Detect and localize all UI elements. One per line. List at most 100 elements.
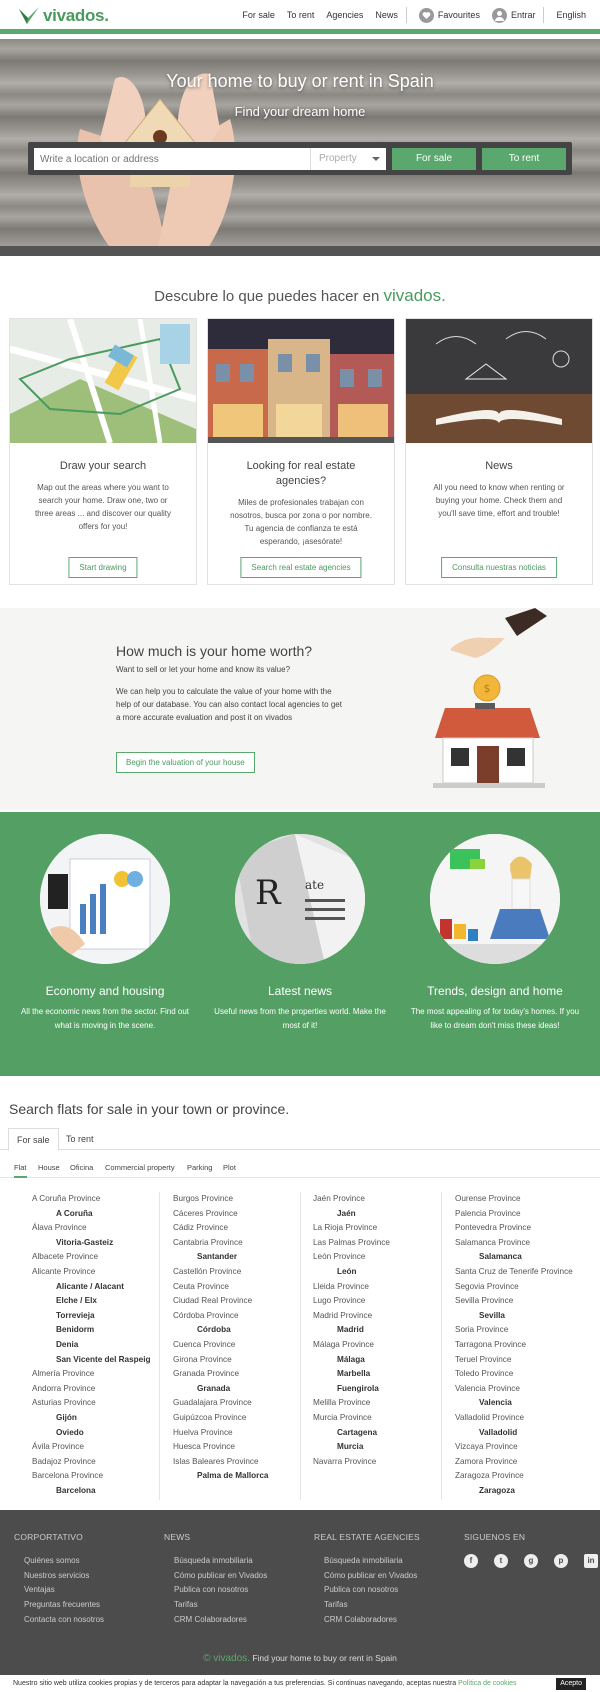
footer-link[interactable]: Búsqueda inmobiliaria [174,1554,267,1569]
city-link[interactable]: Cartagena [313,1426,453,1441]
city-link[interactable]: Murcia [313,1440,453,1455]
province-link[interactable]: Córdoba Province [173,1309,313,1324]
google-plus-icon[interactable]: g [524,1554,538,1568]
city-link[interactable]: Valencia [455,1396,595,1411]
language-selector[interactable]: English [556,10,586,20]
nav-favourites[interactable]: Favourites [418,7,480,23]
city-link[interactable]: Palma de Mallorca [173,1469,313,1484]
province-link[interactable]: Santa Cruz de Tenerife Province [455,1265,595,1280]
province-link[interactable]: Cantabria Province [173,1236,313,1251]
footer-link[interactable]: Tarifas [174,1598,267,1613]
province-link[interactable]: Huesca Province [173,1440,313,1455]
news-button[interactable]: Consulta nuestras noticias [441,557,557,578]
province-link[interactable]: Palencia Province [455,1207,595,1222]
subtab-plot[interactable]: Plot [223,1163,236,1172]
province-link[interactable]: Huelva Province [173,1426,313,1441]
nav-news[interactable]: News [375,10,398,20]
province-link[interactable]: Tarragona Province [455,1338,595,1353]
province-link[interactable]: Ciudad Real Province [173,1294,313,1309]
province-link[interactable]: Las Palmas Province [313,1236,453,1251]
city-link[interactable]: Gijón [32,1411,172,1426]
facebook-icon[interactable]: f [464,1554,478,1568]
province-link[interactable]: Valladolid Province [455,1411,595,1426]
province-link[interactable]: Asturias Province [32,1396,172,1411]
province-link[interactable]: Islas Baleares Province [173,1455,313,1470]
footer-link[interactable]: CRM Colaboradores [174,1613,267,1628]
footer-link[interactable]: Publica con nosotros [174,1583,267,1598]
province-link[interactable]: Teruel Province [455,1353,595,1368]
province-link[interactable]: Salamanca Province [455,1236,595,1251]
province-link[interactable]: La Rioja Province [313,1221,453,1236]
city-link[interactable]: Granada [173,1382,313,1397]
city-link[interactable]: Vitoria-Gasteiz [32,1236,172,1251]
city-link[interactable]: Santander [173,1250,313,1265]
subtab-parking[interactable]: Parking [187,1163,212,1172]
province-link[interactable]: Murcia Province [313,1411,453,1426]
city-link[interactable]: Sevilla [455,1309,595,1324]
linkedin-icon[interactable]: in [584,1554,598,1568]
city-link[interactable]: Marbella [313,1367,453,1382]
province-link[interactable]: Almería Province [32,1367,172,1382]
province-link[interactable]: Granada Province [173,1367,313,1382]
province-link[interactable]: León Province [313,1250,453,1265]
province-link[interactable]: Valencia Province [455,1382,595,1397]
province-link[interactable]: Barcelona Province [32,1469,172,1484]
footer-link[interactable]: Quiénes somos [24,1554,104,1569]
province-link[interactable]: Guipúzcoa Province [173,1411,313,1426]
city-link[interactable]: Denia [32,1338,172,1353]
province-link[interactable]: Navarra Province [313,1455,453,1470]
city-link[interactable]: San Vicente del Raspeig [32,1353,172,1368]
cookie-policy-link[interactable]: Política de cookies [458,1680,516,1687]
city-link[interactable]: Valladolid [455,1426,595,1441]
subtab-commercial[interactable]: Commercial property [105,1163,175,1172]
tab-for-sale[interactable]: For sale [8,1128,59,1151]
province-link[interactable]: Ceuta Province [173,1280,313,1295]
city-link[interactable]: Zaragoza [455,1484,595,1499]
accept-cookies-button[interactable]: Acepto [556,1678,586,1690]
city-link[interactable]: Salamanca [455,1250,595,1265]
topic-news[interactable]: Rate Latest news Useful news from the pr… [210,834,390,1033]
subtab-oficina[interactable]: Oficina [70,1163,93,1172]
province-link[interactable]: Vizcaya Province [455,1440,595,1455]
city-link[interactable]: Madrid [313,1323,453,1338]
location-search-input[interactable] [34,148,310,170]
tab-to-rent[interactable]: To rent [58,1128,102,1150]
province-link[interactable]: Pontevedra Province [455,1221,595,1236]
search-to-rent-button[interactable]: To rent [482,148,566,170]
pinterest-icon[interactable]: p [554,1554,568,1568]
nav-login[interactable]: Entrar [491,7,535,23]
city-link[interactable]: Elche / Elx [32,1294,172,1309]
footer-link[interactable]: Búsqueda inmobiliaria [324,1554,420,1569]
city-link[interactable]: Barcelona [32,1484,172,1499]
nav-agencies[interactable]: Agencies [326,10,363,20]
footer-link[interactable]: Nuestros servicios [24,1569,104,1584]
city-link[interactable]: León [313,1265,453,1280]
province-link[interactable]: Badajoz Province [32,1455,172,1470]
city-link[interactable]: Jaén [313,1207,453,1222]
province-link[interactable]: Jaén Province [313,1192,453,1207]
property-type-select[interactable]: Property [310,148,386,170]
city-link[interactable]: Córdoba [173,1323,313,1338]
province-link[interactable]: Lugo Province [313,1294,453,1309]
province-link[interactable]: Lleida Province [313,1280,453,1295]
province-link[interactable]: Álava Province [32,1221,172,1236]
province-link[interactable]: Sevilla Province [455,1294,595,1309]
city-link[interactable]: A Coruña [32,1207,172,1222]
footer-link[interactable]: Ventajas [24,1583,104,1598]
footer-link[interactable]: Cómo publicar en Vivados [174,1569,267,1584]
province-link[interactable]: Ávila Province [32,1440,172,1455]
footer-link[interactable]: CRM Colaboradores [324,1613,420,1628]
province-link[interactable]: Girona Province [173,1353,313,1368]
province-link[interactable]: Guadalajara Province [173,1396,313,1411]
subtab-house[interactable]: House [38,1163,60,1172]
city-link[interactable]: Málaga [313,1353,453,1368]
footer-link[interactable]: Contacta con nosotros [24,1613,104,1628]
province-link[interactable]: Alicante Province [32,1265,172,1280]
footer-link[interactable]: Preguntas frecuentes [24,1598,104,1613]
province-link[interactable]: Segovia Province [455,1280,595,1295]
province-link[interactable]: Andorra Province [32,1382,172,1397]
province-link[interactable]: Zamora Province [455,1455,595,1470]
province-link[interactable]: Castellón Province [173,1265,313,1280]
twitter-icon[interactable]: t [494,1554,508,1568]
search-for-sale-button[interactable]: For sale [392,148,476,170]
